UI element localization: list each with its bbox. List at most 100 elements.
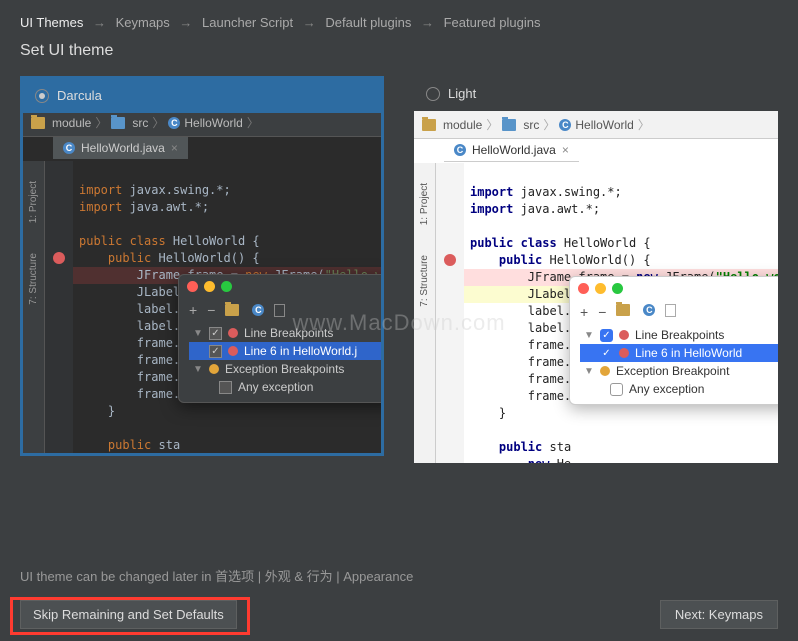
folder-icon	[111, 117, 125, 129]
window-controls	[179, 275, 381, 298]
tree-node-any-exception[interactable]: Any exception	[580, 380, 778, 398]
checkbox-icon[interactable]	[600, 329, 613, 342]
theme-label-light: Light	[448, 86, 476, 101]
class-icon: C	[454, 144, 466, 156]
crumb-ui-themes[interactable]: UI Themes	[20, 15, 83, 30]
folder-icon	[502, 119, 516, 131]
minimize-window-icon[interactable]	[204, 281, 215, 292]
breakpoints-popup: + − C ▼ Line Breakpoints	[569, 276, 778, 405]
class-icon[interactable]: C	[643, 304, 655, 316]
tree-node-line-6[interactable]: Line 6 in HelloWorld.j	[189, 342, 381, 360]
theme-option-light[interactable]: Light module 〉 src 〉 C HelloWorld 〉 C He…	[414, 76, 778, 463]
chevron-right-icon: 〉	[152, 114, 164, 131]
folder-icon	[422, 119, 436, 131]
window-controls	[570, 277, 778, 300]
crumb-launcher-script[interactable]: Launcher Script	[202, 15, 293, 30]
chevron-right-icon: →	[303, 15, 316, 30]
add-icon[interactable]: +	[580, 304, 588, 320]
tree-node-any-exception[interactable]: Any exception	[189, 378, 381, 396]
chevron-right-icon: 〉	[486, 116, 498, 133]
chevron-right-icon: →	[93, 15, 106, 30]
editor-breadcrumb: module 〉 src 〉 C HelloWorld 〉	[23, 109, 381, 137]
breakpoints-popup: + − C ▼ Line Breakpoints	[178, 274, 381, 403]
remove-icon[interactable]: −	[207, 302, 215, 318]
tool-window-bar: 1: Project 7: Structure	[23, 161, 45, 453]
tree-node-exception-breakpoints[interactable]: ▼ Exception Breakpoints	[189, 360, 381, 378]
checkbox-icon[interactable]	[600, 347, 613, 360]
folder-icon[interactable]	[616, 304, 630, 316]
popup-toolbar: + − C	[570, 300, 778, 324]
editor-tab[interactable]: C HelloWorld.java ×	[444, 139, 579, 162]
structure-tool-button[interactable]: 7: Structure	[419, 255, 430, 307]
structure-tool-button[interactable]: 7: Structure	[28, 253, 39, 305]
class-icon[interactable]: C	[252, 304, 264, 316]
crumb-featured-plugins[interactable]: Featured plugins	[444, 15, 541, 30]
chevron-right-icon: 〉	[247, 114, 259, 131]
close-icon[interactable]: ×	[171, 141, 178, 155]
tree-node-line-breakpoints[interactable]: ▼ Line Breakpoints	[189, 324, 381, 342]
folder-icon	[31, 117, 45, 129]
crumb-keymaps[interactable]: Keymaps	[116, 15, 170, 30]
breakpoint-icon[interactable]	[53, 252, 65, 264]
editor-tab[interactable]: C HelloWorld.java ×	[53, 137, 188, 159]
maximize-window-icon[interactable]	[612, 283, 623, 294]
expand-icon[interactable]: ▼	[193, 364, 203, 375]
class-icon: C	[168, 117, 180, 129]
breakpoint-tree: ▼ Line Breakpoints Line 6 in HelloWorld.…	[179, 322, 381, 402]
maximize-window-icon[interactable]	[221, 281, 232, 292]
exception-icon	[209, 364, 219, 374]
hint-text: UI theme can be changed later in 首选项 | 外…	[20, 566, 413, 585]
tree-node-line-breakpoints[interactable]: ▼ Line Breakpoints	[580, 326, 778, 344]
editor-gutter	[45, 161, 73, 453]
chevron-right-icon: →	[179, 15, 192, 30]
folder-icon[interactable]	[225, 304, 239, 316]
add-icon[interactable]: +	[189, 302, 197, 318]
minimize-window-icon[interactable]	[595, 283, 606, 294]
project-tool-button[interactable]: 1: Project	[419, 183, 430, 225]
chevron-right-icon: →	[421, 15, 434, 30]
project-tool-button[interactable]: 1: Project	[28, 181, 39, 223]
class-icon: C	[63, 142, 75, 154]
popup-toolbar: + − C	[179, 298, 381, 322]
expand-icon[interactable]: ▼	[193, 328, 203, 339]
skip-remaining-button[interactable]: Skip Remaining and Set Defaults	[20, 600, 237, 629]
chevron-right-icon: 〉	[543, 116, 555, 133]
close-window-icon[interactable]	[187, 281, 198, 292]
checkbox-icon[interactable]	[209, 345, 222, 358]
page-title: Set UI theme	[0, 38, 798, 76]
breakpoint-tree: ▼ Line Breakpoints Line 6 in HelloWorld …	[570, 324, 778, 404]
tool-window-bar: 1: Project 7: Structure	[414, 163, 436, 463]
checkbox-icon[interactable]	[219, 381, 232, 394]
breakpoint-icon	[619, 348, 629, 358]
radio-icon[interactable]	[426, 87, 440, 101]
breakpoint-icon	[228, 328, 238, 338]
theme-label-darcula: Darcula	[57, 88, 102, 103]
light-preview: module 〉 src 〉 C HelloWorld 〉 C HelloWor…	[414, 111, 778, 463]
theme-option-darcula[interactable]: Darcula module 〉 src 〉 C HelloWorld 〉 C …	[20, 76, 384, 463]
expand-icon[interactable]: ▼	[584, 366, 594, 377]
crumb-default-plugins[interactable]: Default plugins	[325, 15, 411, 30]
checkbox-icon[interactable]	[209, 327, 222, 340]
checkbox-icon[interactable]	[610, 383, 623, 396]
file-icon[interactable]	[274, 304, 285, 317]
editor-breadcrumb: module 〉 src 〉 C HelloWorld 〉	[414, 111, 778, 139]
tree-node-exception-breakpoints[interactable]: ▼ Exception Breakpoint	[580, 362, 778, 380]
chevron-right-icon: 〉	[95, 114, 107, 131]
class-icon: C	[559, 119, 571, 131]
exception-icon	[600, 366, 610, 376]
file-icon[interactable]	[665, 304, 676, 317]
darcula-preview: module 〉 src 〉 C HelloWorld 〉 C HelloWor…	[23, 109, 381, 453]
close-icon[interactable]: ×	[562, 143, 569, 157]
chevron-right-icon: 〉	[638, 116, 650, 133]
close-window-icon[interactable]	[578, 283, 589, 294]
editor-gutter	[436, 163, 464, 463]
tree-node-line-6[interactable]: Line 6 in HelloWorld	[580, 344, 778, 362]
breakpoint-icon	[619, 330, 629, 340]
remove-icon[interactable]: −	[598, 304, 606, 320]
breakpoint-icon	[228, 346, 238, 356]
wizard-breadcrumb: UI Themes → Keymaps → Launcher Script → …	[0, 0, 798, 38]
next-button[interactable]: Next: Keymaps	[660, 600, 778, 629]
radio-icon[interactable]	[35, 89, 49, 103]
expand-icon[interactable]: ▼	[584, 330, 594, 341]
breakpoint-icon[interactable]	[444, 254, 456, 266]
